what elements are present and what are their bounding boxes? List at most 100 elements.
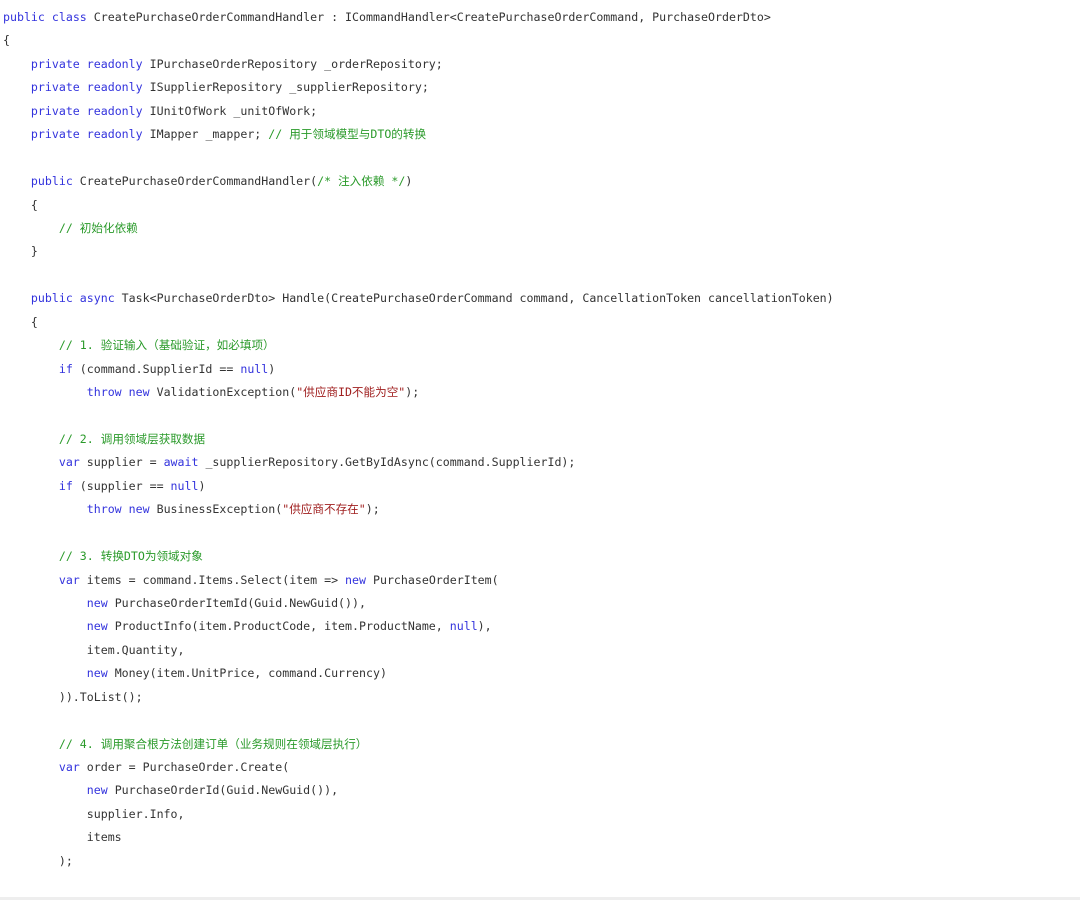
code-text: PurchaseOrderItemId(Guid.NewGuid()),: [107, 595, 366, 610]
code-keyword: throw: [86, 502, 122, 517]
code-string: "供应商ID不能为空": [296, 385, 406, 399]
code-text: {: [30, 197, 38, 212]
code-text: );: [405, 385, 420, 399]
code-keyword: private: [30, 103, 80, 118]
code-keyword: async: [79, 291, 115, 306]
code-keyword: new: [345, 572, 366, 587]
code-text: (supplier ==: [72, 478, 171, 493]
code-line: // 3. 转换DTO为领域对象: [3, 545, 834, 568]
code-text: ISupplierRepository _supplierRepository;: [142, 80, 429, 95]
code-line: var items = command.Items.Select(item =>…: [3, 569, 834, 592]
code-comment: // 初始化依赖: [58, 220, 138, 235]
code-keyword: private: [30, 80, 80, 95]
code-keyword: new: [86, 666, 108, 681]
code-text: );: [58, 853, 73, 868]
code-text: ): [405, 174, 413, 189]
code-text: );: [365, 502, 380, 517]
code-text: PurchaseOrderItem(: [366, 572, 499, 587]
code-keyword: await: [163, 455, 199, 470]
code-text: supplier.Info,: [86, 806, 185, 821]
code-text: PurchaseOrderId(Guid.NewGuid()),: [107, 783, 339, 798]
code-keyword: readonly: [86, 80, 143, 95]
code-text: )).ToList();: [58, 689, 143, 704]
code-line: )).ToList();: [3, 686, 834, 709]
code-line: new PurchaseOrderId(Guid.NewGuid()),: [3, 779, 834, 802]
code-comment: // 用于领域模型与DTO的转换: [268, 127, 427, 142]
code-line: // 1. 验证输入（基础验证，如必填项）: [3, 334, 834, 357]
code-text: IUnitOfWork _unitOfWork;: [142, 103, 318, 118]
code-viewer: public class CreatePurchaseOrderCommandH…: [0, 0, 1080, 900]
code-keyword: public: [30, 291, 73, 306]
code-keyword: new: [86, 783, 108, 798]
code-text: item.Quantity,: [86, 642, 185, 657]
code-line: throw new BusinessException("供应商不存在");: [3, 498, 834, 521]
code-comment: // 4. 调用聚合根方法创建订单（业务规则在领域层执行）: [58, 736, 368, 751]
code-line: // 2. 调用领域层获取数据: [3, 428, 834, 451]
code-line: if (command.SupplierId == null): [3, 358, 834, 381]
code-text: CreatePurchaseOrderCommandHandler(: [72, 174, 318, 189]
code-line: private readonly IPurchaseOrderRepositor…: [3, 53, 834, 76]
code-text: IMapper _mapper;: [142, 127, 269, 142]
code-text: IPurchaseOrderRepository _orderRepositor…: [142, 56, 443, 71]
code-keyword: null: [170, 478, 199, 493]
code-keyword: readonly: [86, 103, 143, 118]
code-keyword: public: [3, 10, 45, 24]
code-keyword: new: [128, 385, 150, 399]
code-text: items: [86, 830, 122, 845]
code-line: );: [3, 850, 834, 873]
code-text: ): [268, 361, 276, 376]
code-comment: // 3. 转换DTO为领域对象: [58, 549, 203, 564]
code-line: private readonly IUnitOfWork _unitOfWork…: [3, 100, 834, 123]
code-text: Money(item.UnitPrice, command.Currency): [107, 666, 387, 681]
code-text: ProductInfo(item.ProductCode, item.Produ…: [107, 619, 450, 634]
code-keyword: if: [58, 361, 73, 376]
code-comment: /* 注入依赖 */: [317, 174, 406, 189]
code-keyword: var: [58, 572, 80, 587]
code-line: throw new ValidationException("供应商ID不能为空…: [3, 381, 834, 404]
code-text: supplier =: [79, 455, 164, 470]
code-line: new PurchaseOrderItemId(Guid.NewGuid()),: [3, 592, 834, 615]
code-line: supplier.Info,: [3, 803, 834, 826]
code-line: // 4. 调用聚合根方法创建订单（业务规则在领域层执行）: [3, 733, 834, 756]
code-keyword: var: [58, 760, 80, 774]
code-block: public class CreatePurchaseOrderCommandH…: [3, 6, 834, 873]
code-keyword: var: [58, 455, 80, 470]
code-line: new Money(item.UnitPrice, command.Curren…: [3, 662, 834, 685]
code-keyword: private: [30, 127, 80, 142]
code-text: {: [30, 314, 38, 329]
code-line: // 初始化依赖: [3, 217, 834, 240]
code-comment: // 1. 验证输入（基础验证，如必填项）: [58, 338, 275, 353]
code-line: {: [3, 194, 834, 217]
code-text: }: [30, 244, 38, 259]
code-text: ): [198, 478, 206, 493]
code-text: {: [3, 33, 10, 48]
code-line: var supplier = await _supplierRepository…: [3, 451, 834, 474]
code-comment: // 2. 调用领域层获取数据: [58, 431, 206, 446]
